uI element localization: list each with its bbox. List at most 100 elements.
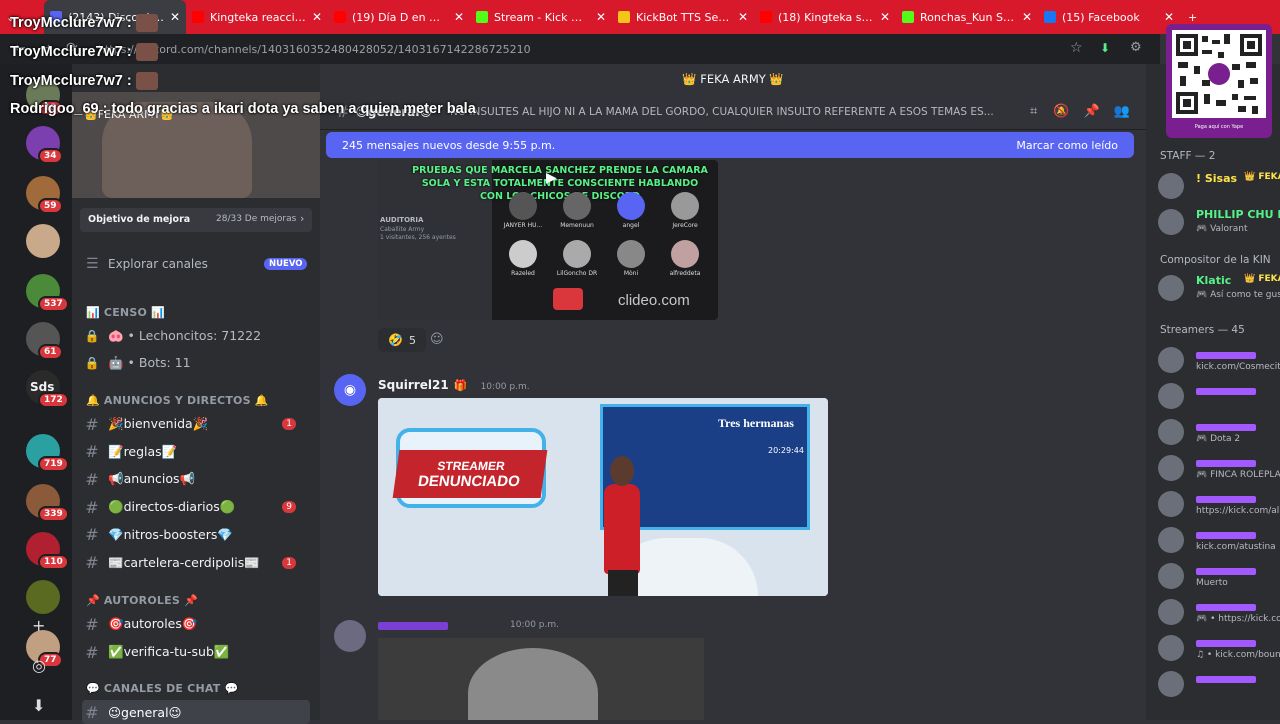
new-messages-text: 245 mensajes nuevos desde 9:55 p.m. [342, 138, 556, 152]
mention-badge: 110 [38, 554, 69, 570]
hash-icon: # [85, 642, 99, 662]
browser-tab[interactable]: KickBot TTS Settings✕ [612, 0, 754, 34]
watermark: clideo.com [618, 292, 690, 309]
video-embed[interactable]: AUDITORIA Caballite Army 1 visitantes, 2… [378, 160, 718, 320]
member-item[interactable]: Klatic👑 FEKA🎮 Así como te gust [1158, 272, 1280, 306]
avatar [1158, 599, 1184, 625]
mention-badge: 537 [38, 296, 69, 312]
overlay-chat-line: TroyMcclure7w7 : [10, 43, 158, 61]
channel-item[interactable]: # 📰cartelera-cerdipolis📰 1 [82, 551, 310, 575]
emote-icon [135, 14, 158, 32]
member-item[interactable]: 🎮 FINCA ROLEPLA [1158, 452, 1280, 486]
member-item[interactable]: ! Sisas👑 FEKA [1158, 170, 1280, 204]
member-item[interactable] [1158, 380, 1280, 414]
avatar [671, 192, 699, 220]
avatar [1158, 671, 1184, 697]
avatar [671, 240, 699, 268]
channel-bots[interactable]: 🔒 🤖 • Bots: 11 [82, 351, 310, 375]
avatar [1158, 383, 1184, 409]
category-census[interactable]: 📊 CENSO 📊 [86, 306, 165, 319]
call-participant[interactable]: Mòni [604, 240, 658, 286]
avatar[interactable]: ◉ [334, 374, 366, 406]
category-autoroles[interactable]: 📌 AUTOROLES 📌 [86, 594, 198, 607]
browser-tab[interactable]: Ronchas_Kun Stream✕ [896, 0, 1038, 34]
category-announcements[interactable]: 🔔 ANUNCIOS Y DIRECTOS 🔔 [86, 394, 269, 407]
member-item[interactable]: 🎮 • https://kick.co [1158, 596, 1280, 630]
avatar [1158, 455, 1184, 481]
tab-favicon-icon [1044, 11, 1056, 23]
server-icon-sds[interactable]: Sds [30, 380, 54, 394]
qr-caption: Paga aquí con Yape [1194, 124, 1244, 130]
avatar[interactable] [334, 620, 366, 652]
add-reaction-icon[interactable]: ☺ [430, 332, 444, 347]
message-author[interactable]: Squirrel21 [378, 378, 449, 392]
call-participant[interactable]: LilGoncho DR [550, 240, 604, 286]
plus-icon[interactable]: + [32, 616, 45, 635]
explore-channels[interactable]: ☰ Explorar canales NUEVO [86, 254, 310, 276]
channel-item[interactable]: # ✅verifica-tu-sub✅ [82, 640, 310, 664]
call-participant[interactable]: angel [604, 192, 658, 238]
category-chat[interactable]: 💬 CANALES DE CHAT 💬 [86, 682, 238, 695]
channel-item[interactable]: # 📝reglas📝 [82, 440, 310, 464]
member-item[interactable]: ♫ • kick.com/boun [1158, 632, 1280, 666]
hash-icon: # [85, 553, 99, 572]
call-participant[interactable]: Memenuun [550, 192, 604, 238]
close-icon[interactable]: ✕ [738, 10, 748, 24]
extension-icon[interactable]: ⚙ [1130, 40, 1142, 55]
new-messages-bar[interactable]: 245 mensajes nuevos desde 9:55 p.m. Marc… [326, 132, 1134, 158]
lock-icon: 🔒 [84, 329, 100, 343]
member-category: Streamers — 45 [1160, 324, 1245, 336]
compass-icon[interactable]: ◎ [32, 656, 46, 675]
lock-icon: 🔒 [84, 356, 100, 370]
browser-tab[interactable]: (18) Kingteka se enter✕ [754, 0, 896, 34]
channel-item[interactable]: # 💎nitros-boosters💎 [82, 523, 310, 547]
close-icon[interactable]: ✕ [1164, 10, 1174, 24]
banner: STREAMER DENUNCIADO [392, 450, 548, 498]
close-icon[interactable]: ✕ [880, 10, 890, 24]
message-author[interactable] [378, 622, 448, 630]
threads-icon[interactable]: ⌗ [1030, 104, 1037, 119]
play-icon[interactable]: ▶ [546, 170, 557, 186]
member-item[interactable]: kick.com/Cosmecit [1158, 344, 1280, 378]
mention-badge: 172 [38, 392, 69, 408]
member-item[interactable]: Muerto [1158, 560, 1280, 594]
mark-as-read-button[interactable]: Marcar como leído [1016, 139, 1118, 152]
call-participant[interactable]: JereCore [658, 192, 712, 238]
download-icon[interactable]: ⬇ [1100, 41, 1110, 55]
server-icon[interactable] [26, 224, 60, 258]
member-list-icon[interactable]: 👥 [1114, 104, 1130, 119]
member-item[interactable] [1158, 668, 1280, 702]
pin-icon[interactable]: 📌 [1083, 104, 1099, 119]
channel-general[interactable]: # 😉general😉 [82, 700, 310, 724]
member-item[interactable]: kick.com/atustina [1158, 524, 1280, 558]
channel-item[interactable]: # 📢anuncios📢 [82, 467, 310, 491]
member-item[interactable]: https://kick.com/al [1158, 488, 1280, 522]
bookmark-star-icon[interactable]: ☆ [1070, 40, 1083, 56]
member-item[interactable]: PHILLIP CHU L 🎮 Valorant [1158, 206, 1280, 240]
member-item[interactable]: 🎮 Dota 2 [1158, 416, 1280, 450]
avatar [509, 240, 537, 268]
boost-goal[interactable]: Objetivo de mejora 28/33 De mejoras › [80, 208, 312, 232]
channel-lechoncitos[interactable]: 🔒 🐽 • Lechoncitos: 71222 [82, 324, 310, 348]
video-embed[interactable]: STREAMER DENUNCIADO Tres hermanas 20:29:… [378, 398, 828, 596]
boost-goal-progress: 28/33 De mejoras [216, 214, 297, 224]
channel-item[interactable]: # 🟢directos-diarios🟢 9 [82, 495, 310, 519]
mention-badge: 61 [38, 344, 63, 360]
show-title: Tres hermanas [718, 416, 794, 430]
hash-icon: # [85, 497, 99, 517]
browser-tab[interactable]: (15) Facebook ✕ [1038, 0, 1180, 34]
close-icon[interactable]: ✕ [1022, 10, 1032, 24]
download-icon[interactable]: ⬇ [32, 696, 45, 715]
tab-favicon-icon [902, 11, 914, 23]
reaction-laugh[interactable]: 🤣 5 [378, 328, 426, 352]
server-icon[interactable] [26, 580, 60, 614]
call-participant[interactable]: JANYER HU... [496, 192, 550, 238]
channel-item[interactable]: # 🎯autoroles🎯 [82, 612, 310, 636]
image-embed[interactable] [378, 638, 704, 720]
channel-item[interactable]: # 🎉bienvenida🎉 1 [82, 412, 310, 436]
call-participant[interactable]: Razeled [496, 240, 550, 286]
avatar [1158, 527, 1184, 553]
avatar [1158, 275, 1184, 301]
mute-bell-icon[interactable]: 🔕 [1053, 104, 1069, 119]
call-participant[interactable]: alfreddeta [658, 240, 712, 286]
